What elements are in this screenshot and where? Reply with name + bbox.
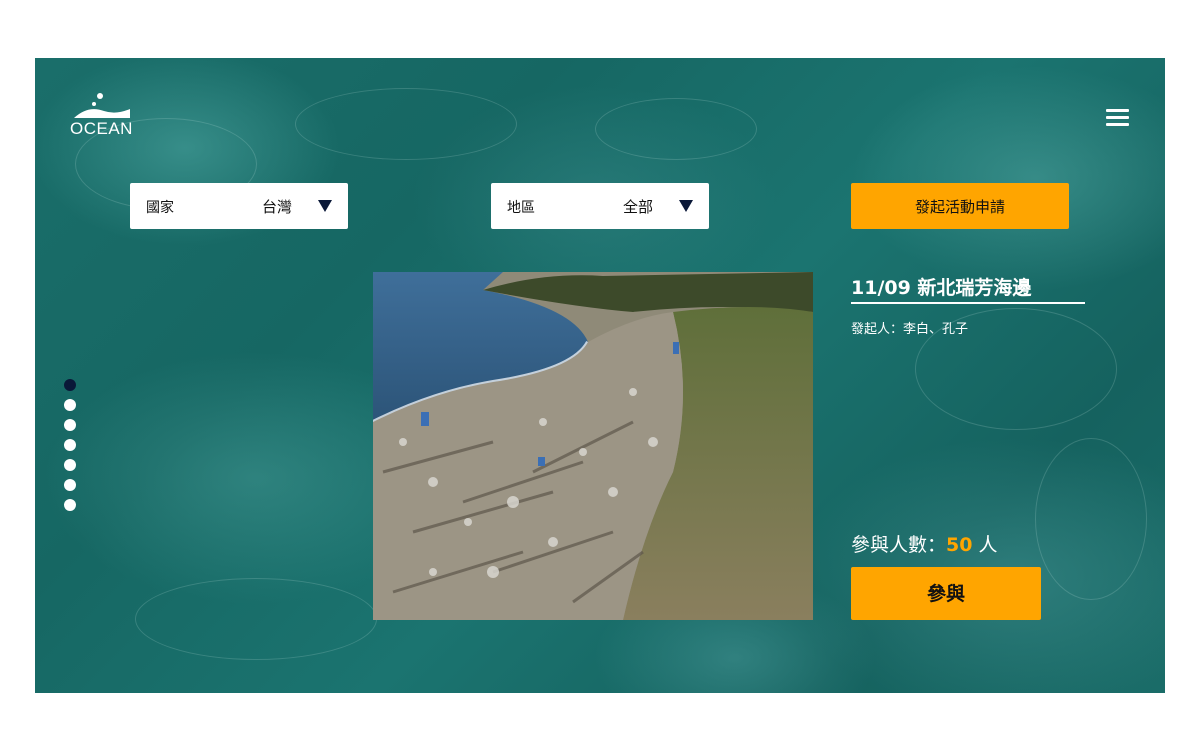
pager-dot[interactable]: [64, 439, 76, 451]
country-label: 國家: [146, 200, 174, 216]
pager-dot[interactable]: [64, 479, 76, 491]
foam-decoration: [595, 98, 757, 160]
pager-dot[interactable]: [64, 499, 76, 511]
pager-dot[interactable]: [64, 459, 76, 471]
join-button[interactable]: 參與: [851, 567, 1041, 620]
menu-icon[interactable]: [1106, 109, 1129, 126]
chevron-down-icon: [318, 200, 332, 212]
participants-count: 參與人數：50 人: [851, 530, 998, 557]
foam-decoration: [295, 88, 517, 160]
event-photo: [373, 272, 813, 620]
region-label: 地區: [507, 200, 535, 216]
pager-dot[interactable]: [64, 419, 76, 431]
ocean-logo[interactable]: OCEAN: [70, 91, 134, 141]
beach-debris-image: [373, 272, 813, 620]
divider: [851, 302, 1085, 304]
logo-wave-icon: [74, 93, 130, 118]
event-organizer: 發起人：李白、孔子: [851, 322, 969, 337]
country-select[interactable]: 國家 台灣: [130, 183, 348, 229]
chevron-down-icon: [679, 200, 693, 212]
region-value: 全部: [622, 198, 653, 216]
country-value: 台灣: [261, 198, 292, 216]
participants-number: 50: [946, 534, 973, 556]
apply-event-button[interactable]: 發起活動申請: [851, 183, 1069, 229]
pager-dot[interactable]: [64, 399, 76, 411]
event-title: 11/09 新北瑞芳海邊: [851, 277, 1032, 299]
ocean-background: OCEAN 國家 台灣 地區 全部 發起活動申請 11/09 新北瑞芳海邊 發起…: [35, 58, 1165, 693]
participants-label: 參與人數：: [851, 534, 947, 556]
participants-unit: 人: [972, 534, 998, 556]
carousel-pager: [64, 379, 78, 519]
foam-decoration: [135, 578, 377, 660]
logo-text: OCEAN: [70, 119, 133, 138]
pager-dot[interactable]: [64, 379, 76, 391]
region-select[interactable]: 地區 全部: [491, 183, 709, 229]
foam-decoration: [1035, 438, 1147, 600]
